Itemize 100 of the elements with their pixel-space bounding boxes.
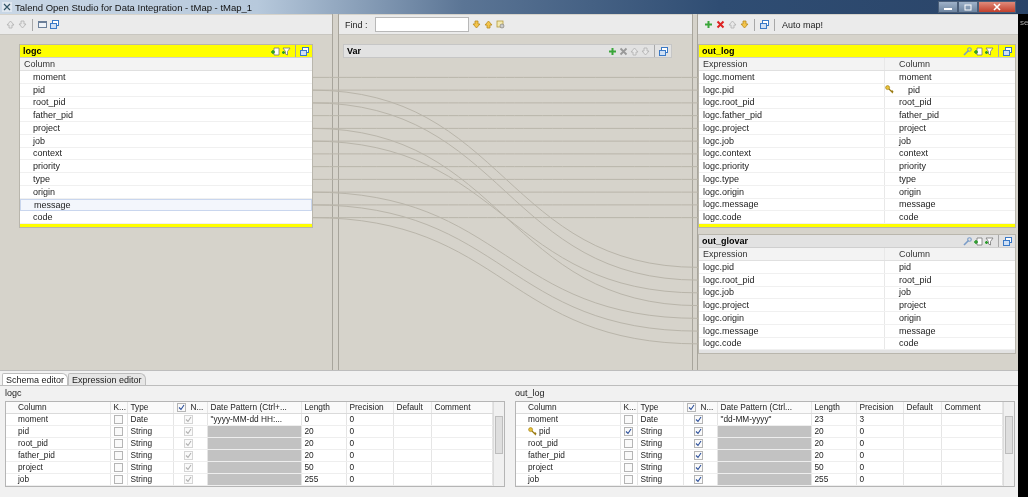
panel-icon[interactable]	[300, 46, 309, 56]
column-header[interactable]: Length	[811, 402, 856, 414]
expression-cell[interactable]: logc.context	[698, 148, 751, 159]
up-arrow-icon[interactable]	[483, 20, 493, 29]
expression-cell[interactable]: logc.job	[698, 135, 734, 146]
search-settings-icon[interactable]	[495, 20, 505, 29]
checkbox[interactable]	[693, 463, 703, 473]
table-row[interactable]: context	[20, 147, 312, 161]
table-row[interactable]: priority	[20, 160, 312, 173]
column-header[interactable]: Type	[127, 402, 173, 414]
panel-icon[interactable]	[1002, 236, 1012, 246]
checkbox[interactable]	[183, 463, 193, 473]
down-arrow-icon[interactable]	[471, 20, 481, 29]
filter-icon[interactable]	[282, 46, 291, 56]
wrench-icon[interactable]	[962, 46, 972, 56]
find-field[interactable]	[374, 17, 469, 32]
checkbox[interactable]	[113, 439, 123, 449]
expression-cell[interactable]: logc.root_pid	[698, 97, 755, 108]
column-header[interactable]: Length	[301, 402, 346, 414]
auto-map-button[interactable]: Auto map!	[779, 19, 825, 30]
checkbox[interactable]	[623, 415, 633, 425]
up-arrow-icon[interactable]	[630, 46, 639, 56]
table-row[interactable]: job	[20, 134, 312, 148]
close-button[interactable]	[978, 1, 1016, 13]
expression-cell[interactable]: logc.code	[698, 212, 742, 223]
up-arrow-icon[interactable]	[6, 20, 15, 29]
down-arrow-icon[interactable]	[739, 20, 749, 29]
window-icon[interactable]	[38, 20, 47, 29]
down-arrow-icon[interactable]	[18, 20, 27, 29]
minimize-button[interactable]	[938, 1, 958, 13]
tab[interactable]: Expression editor	[68, 373, 146, 385]
checkbox[interactable]	[183, 451, 193, 461]
expression-cell[interactable]: logc.origin	[698, 186, 744, 197]
column-header[interactable]: Default	[903, 402, 941, 414]
table-row[interactable]: origin	[20, 185, 312, 199]
checkbox[interactable]	[686, 403, 696, 413]
expression-cell[interactable]: logc.pid	[698, 84, 734, 95]
table-row[interactable]: father_pid	[20, 109, 312, 122]
expression-cell[interactable]: logc.project	[698, 300, 749, 311]
table-header[interactable]: out_log	[698, 45, 1015, 58]
add-column-icon[interactable]	[271, 46, 280, 56]
expression-cell[interactable]: logc.message	[698, 325, 759, 336]
checkbox[interactable]	[183, 415, 193, 425]
table-header[interactable]: out_glovar	[698, 235, 1015, 248]
remove-icon[interactable]	[715, 20, 725, 29]
expression-cell[interactable]: logc.father_pid	[698, 110, 762, 121]
checkbox[interactable]	[693, 475, 703, 485]
maximize-button[interactable]	[958, 1, 978, 13]
expression-cell[interactable]: logc.type	[698, 173, 739, 184]
column-header[interactable]: Column	[516, 402, 620, 414]
add-column-icon[interactable]	[973, 46, 983, 56]
down-arrow-icon[interactable]	[641, 46, 650, 56]
checkbox[interactable]	[623, 451, 633, 461]
column-header[interactable]: Date Pattern (Ctrl+...	[207, 402, 301, 414]
expression-cell[interactable]: logc.code	[698, 338, 742, 349]
wrench-icon[interactable]	[962, 236, 972, 246]
checkbox[interactable]	[113, 451, 123, 461]
add-column-icon[interactable]	[973, 236, 983, 246]
column-header[interactable]: Date Pattern (Ctrl...	[717, 402, 811, 414]
expression-cell[interactable]: logc.origin	[698, 312, 744, 323]
checkbox[interactable]	[183, 475, 193, 485]
add-icon[interactable]	[608, 46, 617, 56]
column-header[interactable]: K...	[620, 402, 637, 414]
checkbox[interactable]	[623, 475, 633, 485]
column-header[interactable]: Type	[637, 402, 683, 414]
checkbox[interactable]	[623, 427, 633, 437]
column-header[interactable]: Comment	[431, 402, 492, 414]
checkbox[interactable]	[176, 403, 186, 413]
checkbox[interactable]	[623, 463, 633, 473]
tab[interactable]: Schema editor	[2, 373, 69, 385]
table-row[interactable]: project	[20, 122, 312, 135]
column-header[interactable]: Default	[393, 402, 431, 414]
panel-icon[interactable]	[50, 20, 59, 29]
column-header[interactable]: Comment	[941, 402, 1002, 414]
filter-icon[interactable]	[984, 46, 994, 56]
expression-cell[interactable]: logc.moment	[698, 71, 755, 82]
expression-cell[interactable]: logc.project	[698, 122, 749, 133]
column-header[interactable]: Precision	[856, 402, 903, 414]
checkbox[interactable]	[693, 427, 703, 437]
panel-icon[interactable]	[659, 46, 668, 56]
column-header[interactable]: Precision	[346, 402, 393, 414]
table-row[interactable]: pid	[20, 83, 312, 97]
remove-icon[interactable]	[619, 46, 628, 56]
table-row[interactable]: type	[20, 173, 312, 186]
panel-icon[interactable]	[1002, 46, 1012, 56]
expression-cell[interactable]: logc.priority	[698, 161, 749, 172]
checkbox[interactable]	[693, 451, 703, 461]
table-row[interactable]: moment	[20, 71, 312, 84]
expression-cell[interactable]: logc.pid	[698, 261, 734, 272]
table-header[interactable]: logc	[20, 45, 312, 58]
checkbox[interactable]	[113, 475, 123, 485]
expression-cell[interactable]: logc.root_pid	[698, 274, 755, 285]
expression-cell[interactable]: logc.job	[698, 287, 734, 298]
checkbox[interactable]	[113, 427, 123, 437]
panel-icon[interactable]	[759, 20, 769, 29]
table-row[interactable]: root_pid	[20, 96, 312, 110]
column-header[interactable]: K...	[110, 402, 127, 414]
expression-cell[interactable]: logc.message	[698, 199, 759, 210]
checkbox[interactable]	[693, 415, 703, 425]
checkbox[interactable]	[183, 427, 193, 437]
